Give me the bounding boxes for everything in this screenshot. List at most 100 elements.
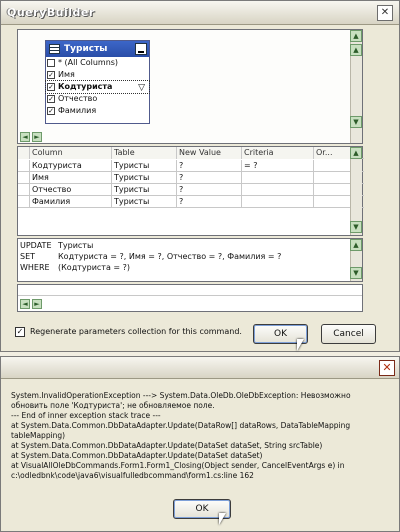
grid-cell[interactable]: Отчество xyxy=(30,184,112,196)
grid-cell[interactable]: ? xyxy=(177,184,242,196)
field-label: Кодтуриста xyxy=(58,82,113,91)
scroll-down-icon[interactable]: ▼ xyxy=(350,116,362,128)
error-line: c:\odledbnk\code\java6\visualfulledbcomm… xyxy=(11,471,254,480)
results-pane[interactable]: ◄ ► xyxy=(17,284,363,312)
grid-vscroll[interactable]: ▲ ▼ xyxy=(350,147,362,235)
scroll-up-icon[interactable]: ▲ xyxy=(350,147,362,159)
scroll-down-icon[interactable]: ▼ xyxy=(350,267,362,279)
field-imya[interactable]: ✓ Имя xyxy=(46,69,149,81)
table-row[interactable]: Кодтуриста Туристы ? = ? xyxy=(18,160,364,172)
grid-header-table: Table xyxy=(112,147,177,159)
sql-keyword: UPDATE xyxy=(20,241,52,250)
checkbox[interactable]: ✓ xyxy=(15,327,25,337)
row-selector[interactable] xyxy=(18,172,30,184)
table-name: Туристы xyxy=(64,44,108,54)
scroll-up-icon[interactable]: ▲ xyxy=(350,239,362,251)
error-line: at System.Data.Common.DbDataAdapter.Upda… xyxy=(11,441,323,450)
scroll-right-icon[interactable]: ► xyxy=(32,132,42,142)
close-icon[interactable]: ✕ xyxy=(379,360,395,376)
grid-cell[interactable] xyxy=(242,172,314,184)
field-familiya[interactable]: ✓ Фамилия xyxy=(46,105,149,117)
grid-header-criteria: Criteria xyxy=(242,147,314,159)
grid-header-new-value: New Value xyxy=(177,147,242,159)
sql-pane[interactable]: UPDATE Туристы SET Кодтуриста = ?, Имя = ?… xyxy=(17,238,363,282)
table-row[interactable]: Фамилия Туристы ? xyxy=(18,196,364,208)
grid-header-column: Column xyxy=(30,147,112,159)
error-dialog: ✕ System.InvalidOperationException ---> … xyxy=(0,356,400,532)
grid-cell[interactable]: Туристы xyxy=(112,196,177,208)
query-builder-window: QueryBuilder ✕ Туристы * (All Columns) ✓… xyxy=(0,0,400,352)
error-line: --- End of inner exception stack trace -… xyxy=(11,411,161,420)
sql-update-line: UPDATE Туристы xyxy=(20,241,93,251)
cancel-button[interactable]: Cancel xyxy=(321,324,376,344)
error-message: System.InvalidOperationException ---> Sy… xyxy=(11,391,395,481)
sql-value: Туристы xyxy=(58,241,94,250)
row-selector[interactable] xyxy=(18,160,30,172)
field-all-columns[interactable]: * (All Columns) xyxy=(46,57,149,69)
sql-where-line: WHERE (Кодтуриста = ?) xyxy=(20,263,130,273)
sql-keyword: WHERE xyxy=(20,263,50,272)
grid-cell[interactable] xyxy=(242,196,314,208)
table-row[interactable]: Отчество Туристы ? xyxy=(18,184,364,196)
grid-cell[interactable]: Кодтуриста xyxy=(30,160,112,172)
scroll-left-icon[interactable]: ◄ xyxy=(20,299,30,309)
grid-header-or: Or... xyxy=(314,147,352,159)
error-line: tableMapping) xyxy=(11,431,66,440)
criteria-grid[interactable]: Column Table New Value Criteria Or... Ко… xyxy=(17,146,364,236)
row-selector[interactable] xyxy=(18,184,30,196)
diagram-pane[interactable]: Туристы * (All Columns) ✓ Имя ✓ Кодтурис… xyxy=(17,29,363,144)
query-builder-titlebar[interactable]: QueryBuilder ✕ xyxy=(1,1,399,25)
field-label: Имя xyxy=(58,70,75,79)
grid-cell[interactable]: ? xyxy=(177,160,242,172)
error-line: at System.Data.Common.DbDataAdapter.Upda… xyxy=(11,451,263,460)
regenerate-parameters-checkbox[interactable]: ✓ Regenerate parameters collection for t… xyxy=(15,327,245,339)
grid-cell[interactable]: Туристы xyxy=(112,172,177,184)
grid-cell[interactable]: ? xyxy=(177,196,242,208)
grid-cell[interactable]: Имя xyxy=(30,172,112,184)
table-box-header[interactable]: Туристы xyxy=(46,41,149,57)
field-kodturista[interactable]: ✓ Кодтуриста ▽ xyxy=(45,80,150,94)
field-checkbox[interactable]: ✓ xyxy=(47,83,55,91)
diagram-vscroll[interactable]: ▲ ▲ ▼ xyxy=(350,30,362,143)
sql-set-line: SET Кодтуриста = ?, Имя = ?, Отчество = ?… xyxy=(20,252,281,262)
grid-cell[interactable]: ? xyxy=(177,172,242,184)
error-line: at System.Data.Common.DbDataAdapter.Upda… xyxy=(11,421,351,430)
error-line: at VisualAllOleDbCommands.Form1.Form1_Cl… xyxy=(11,461,345,470)
field-label: * (All Columns) xyxy=(58,58,119,67)
scroll-left-icon[interactable]: ◄ xyxy=(20,132,30,142)
scroll-up-icon[interactable]: ▲ xyxy=(350,44,362,56)
row-selector[interactable] xyxy=(18,196,30,208)
error-line: обновить поле 'Кодтуриста'; не обновляем… xyxy=(11,401,215,410)
grid-cell[interactable] xyxy=(314,172,352,184)
grid-cell[interactable] xyxy=(314,160,352,172)
field-checkbox[interactable] xyxy=(47,59,55,67)
field-checkbox[interactable]: ✓ xyxy=(47,107,55,115)
error-dialog-titlebar[interactable]: ✕ xyxy=(1,357,399,379)
scroll-right-icon[interactable]: ► xyxy=(32,299,42,309)
table-box[interactable]: Туристы * (All Columns) ✓ Имя ✓ Кодтурис… xyxy=(45,40,150,124)
sql-keyword: SET xyxy=(20,252,36,261)
grid-cell[interactable]: Туристы xyxy=(112,160,177,172)
sql-value: Кодтуриста = ?, Имя = ?, Отчество = ?, Ф… xyxy=(58,252,282,261)
field-otchestvo[interactable]: ✓ Отчество xyxy=(46,93,149,105)
scroll-down-icon[interactable]: ▼ xyxy=(350,221,362,233)
grid-cell[interactable] xyxy=(314,184,352,196)
scroll-up-icon[interactable]: ▲ xyxy=(350,30,362,42)
field-label: Фамилия xyxy=(58,106,97,115)
grid-cell[interactable]: Туристы xyxy=(112,184,177,196)
minimize-icon[interactable] xyxy=(135,43,147,55)
grid-cell[interactable] xyxy=(242,184,314,196)
close-icon[interactable]: ✕ xyxy=(377,5,393,21)
grid-header-row: Column Table New Value Criteria Or... xyxy=(18,147,364,159)
grid-cell[interactable] xyxy=(314,196,352,208)
field-checkbox[interactable]: ✓ xyxy=(47,95,55,103)
table-icon xyxy=(49,44,60,54)
grid-cell[interactable]: = ? xyxy=(242,160,314,172)
sql-vscroll[interactable]: ▲ ▼ xyxy=(350,239,362,281)
error-line: System.InvalidOperationException ---> Sy… xyxy=(11,391,351,400)
sql-value: (Кодтуриста = ?) xyxy=(58,263,131,272)
table-row[interactable]: Имя Туристы ? xyxy=(18,172,364,184)
checkbox-label: Regenerate parameters collection for thi… xyxy=(30,327,242,336)
grid-cell[interactable]: Фамилия xyxy=(30,196,112,208)
field-checkbox[interactable]: ✓ xyxy=(47,71,55,79)
